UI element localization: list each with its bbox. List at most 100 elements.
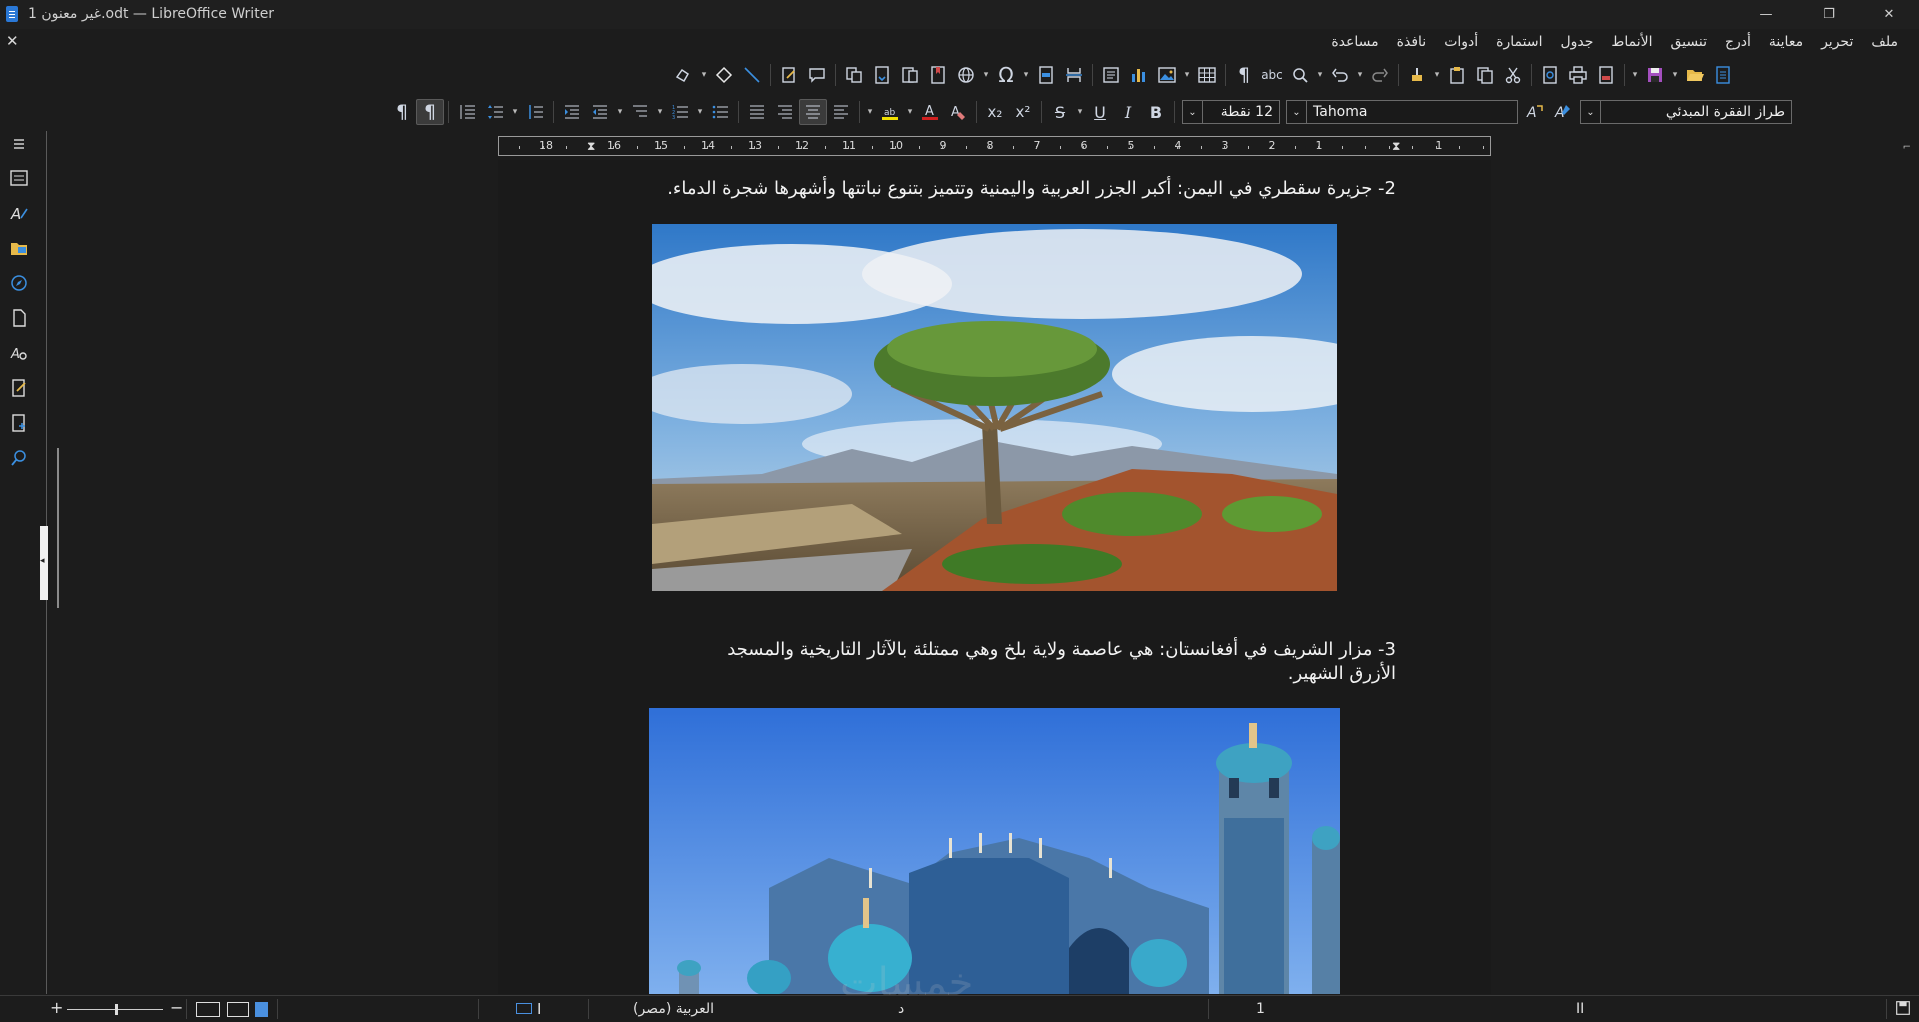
- copy-icon[interactable]: [1471, 62, 1499, 88]
- socotra-dragon-tree-image[interactable]: [652, 224, 1337, 591]
- font-size-value[interactable]: 12 نقطة: [1203, 104, 1279, 120]
- bullets-dropdown-icon[interactable]: ▾: [694, 99, 706, 125]
- font-name-dropdown-icon[interactable]: ⌄: [1287, 101, 1307, 123]
- paragraph-mazar-line2[interactable]: الأزرق الشهير.: [556, 662, 1396, 686]
- strikethrough-icon[interactable]: S: [1046, 99, 1074, 125]
- save-dropdown-icon[interactable]: ▾: [1629, 62, 1641, 88]
- font-size-combo[interactable]: ⌄ 12 نقطة: [1182, 100, 1280, 124]
- text-language[interactable]: العربية (مصر): [633, 1001, 714, 1017]
- multi-page-view-icon[interactable]: [227, 1002, 249, 1017]
- undo-dropdown-icon[interactable]: ▾: [1354, 62, 1366, 88]
- navigator-icon[interactable]: [6, 270, 32, 296]
- properties-icon[interactable]: [6, 165, 32, 191]
- maximize-button[interactable]: ❐: [1806, 0, 1852, 29]
- menu-edit[interactable]: تحرير: [1812, 34, 1862, 50]
- paragraph-spacing-icon[interactable]: [453, 99, 481, 125]
- clear-formatting-icon[interactable]: A: [944, 99, 972, 125]
- left-indent-marker[interactable]: ⧗: [1392, 139, 1400, 154]
- menu-styles[interactable]: الأنماط: [1602, 34, 1661, 50]
- menu-table[interactable]: جدول: [1551, 34, 1602, 50]
- gallery-icon[interactable]: [6, 235, 32, 261]
- undo-icon[interactable]: [1326, 62, 1354, 88]
- font-color-icon[interactable]: A: [916, 99, 944, 125]
- page-break-icon[interactable]: [1060, 62, 1088, 88]
- document-modified-icon[interactable]: [1894, 999, 1912, 1021]
- italic-icon[interactable]: I: [1114, 99, 1142, 125]
- endnote-icon[interactable]: [868, 62, 896, 88]
- sidebar-menu-icon[interactable]: [6, 131, 32, 157]
- font-name-value[interactable]: Tahoma: [1307, 104, 1517, 120]
- redo-icon[interactable]: [1366, 62, 1394, 88]
- menu-tools[interactable]: أدوات: [1435, 34, 1487, 50]
- insert-table-icon[interactable]: [1193, 62, 1221, 88]
- increase-indent-icon[interactable]: [558, 99, 586, 125]
- special-character-icon[interactable]: Ω: [992, 62, 1020, 88]
- print-icon[interactable]: [1564, 62, 1592, 88]
- bookmark-icon[interactable]: [924, 62, 952, 88]
- align-left-icon[interactable]: [827, 99, 855, 125]
- bold-icon[interactable]: B: [1142, 99, 1170, 125]
- find-icon[interactable]: [6, 445, 32, 471]
- insert-mode-icon[interactable]: [516, 1003, 532, 1014]
- underline-dropdown-icon[interactable]: ▾: [1074, 99, 1086, 125]
- document-page[interactable]: 2- جزيرة سقطري في اليمن: أكبر الجزر العر…: [498, 160, 1491, 994]
- clone-formatting-icon[interactable]: [1403, 62, 1431, 88]
- hyperlink-dropdown-icon[interactable]: ▾: [980, 62, 992, 88]
- menu-form[interactable]: استمارة: [1487, 34, 1551, 50]
- numbered-list-icon[interactable]: 123: [666, 99, 694, 125]
- paste-dropdown-icon[interactable]: ▾: [1431, 62, 1443, 88]
- cut-icon[interactable]: [1499, 62, 1527, 88]
- page-icon[interactable]: [6, 305, 32, 331]
- highlight-dropdown-icon[interactable]: ▾: [864, 99, 876, 125]
- align-center-icon[interactable]: [799, 99, 827, 125]
- rtl-paragraph-icon[interactable]: ¶: [416, 99, 444, 125]
- design-icon[interactable]: [6, 410, 32, 436]
- close-window-button[interactable]: ✕: [1866, 0, 1912, 29]
- blue-mosque-image[interactable]: [649, 708, 1340, 994]
- new-style-icon[interactable]: A: [1549, 99, 1577, 125]
- paragraph-style-dropdown-icon[interactable]: ⌄: [1581, 101, 1601, 123]
- ltr-paragraph-icon[interactable]: ¶: [388, 99, 416, 125]
- hyperlink-icon[interactable]: [952, 62, 980, 88]
- numbering-dropdown-icon[interactable]: ▾: [654, 99, 666, 125]
- line-spacing-dropdown-icon[interactable]: ▾: [509, 99, 521, 125]
- font-color-dropdown-icon[interactable]: ▾: [904, 99, 916, 125]
- print-preview-icon[interactable]: [1536, 62, 1564, 88]
- menu-format[interactable]: تنسيق: [1661, 34, 1716, 50]
- open-icon[interactable]: [1681, 62, 1709, 88]
- update-style-icon[interactable]: A: [1521, 99, 1549, 125]
- spelling-icon[interactable]: abc: [1258, 62, 1286, 88]
- shapes-dropdown-icon[interactable]: ▾: [698, 62, 710, 88]
- outline-dropdown-icon[interactable]: ▾: [614, 99, 626, 125]
- menu-view[interactable]: معاينة: [1760, 34, 1812, 50]
- close-document-icon[interactable]: ✕: [6, 32, 19, 50]
- menu-help[interactable]: مساعدة: [1322, 34, 1387, 50]
- justify-icon[interactable]: [743, 99, 771, 125]
- cross-reference-icon[interactable]: [840, 62, 868, 88]
- bulleted-list-icon[interactable]: [706, 99, 734, 125]
- special-character-dropdown-icon[interactable]: ▾: [1020, 62, 1032, 88]
- save-icon[interactable]: [1641, 62, 1669, 88]
- styles-icon[interactable]: A: [6, 200, 32, 226]
- minimize-button[interactable]: —: [1743, 0, 1789, 29]
- insert-image-dropdown-icon[interactable]: ▾: [1181, 62, 1193, 88]
- paragraph-style-value[interactable]: طراز الفقرة المبدئي: [1601, 104, 1791, 120]
- find-replace-icon[interactable]: [1286, 62, 1314, 88]
- formatting-marks-icon[interactable]: ¶: [1230, 62, 1258, 88]
- page-number[interactable]: 1: [1256, 1001, 1265, 1017]
- export-pdf-icon[interactable]: [1592, 62, 1620, 88]
- new-document-icon[interactable]: [1709, 62, 1737, 88]
- highlight-color-icon[interactable]: ab: [876, 99, 904, 125]
- paste-icon[interactable]: [1443, 62, 1471, 88]
- increase-paragraph-spacing-icon[interactable]: [521, 99, 549, 125]
- insert-image-icon[interactable]: [1153, 62, 1181, 88]
- superscript-icon[interactable]: x²: [1009, 99, 1037, 125]
- zoom-slider-thumb[interactable]: [115, 1004, 118, 1015]
- shapes-icon[interactable]: [670, 62, 698, 88]
- right-indent-marker[interactable]: ⧗: [587, 139, 595, 154]
- line-icon[interactable]: [738, 62, 766, 88]
- sidebar-collapse-handle[interactable]: [40, 526, 48, 600]
- paragraph-style-combo[interactable]: ⌄ طراز الفقرة المبدئي: [1580, 100, 1792, 124]
- font-size-dropdown-icon[interactable]: ⌄: [1183, 101, 1203, 123]
- menu-file[interactable]: ملف: [1862, 34, 1907, 50]
